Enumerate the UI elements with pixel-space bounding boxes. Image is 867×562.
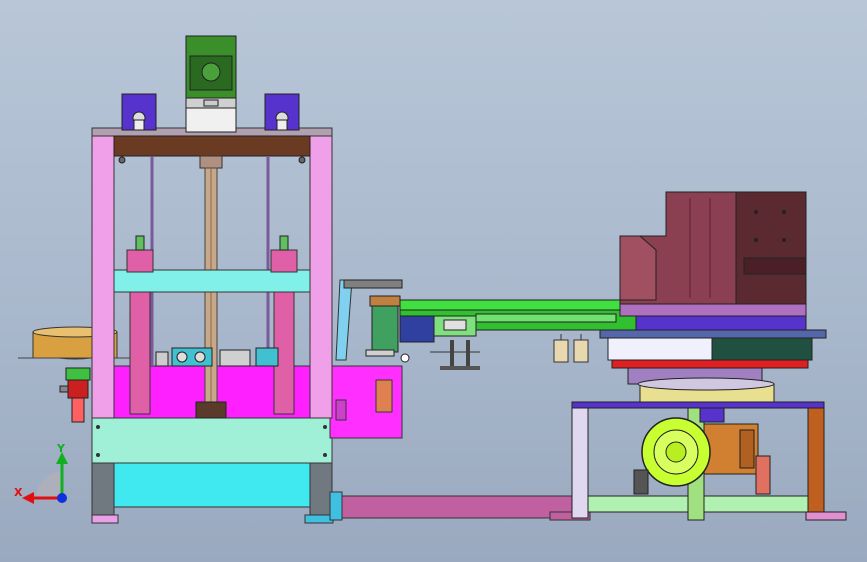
press-base — [91, 414, 334, 524]
housing — [619, 191, 807, 305]
conveyor-arm — [335, 279, 641, 370]
right-cylinder — [270, 235, 298, 415]
left-cylinder — [126, 235, 154, 415]
bottom-rail — [329, 491, 591, 521]
x-axis-label: X — [14, 486, 23, 499]
right-sensor-block — [264, 93, 300, 131]
cad-viewport[interactable]: Y X — [0, 0, 867, 562]
assembly-drawing: Y X — [14, 35, 847, 524]
valve-assembly — [59, 367, 91, 423]
y-axis-label: Y — [56, 442, 66, 455]
cross-plate — [113, 269, 311, 293]
top-motor — [185, 35, 237, 133]
suction-cups — [553, 334, 589, 363]
top-beam — [113, 135, 311, 157]
left-sensor-block — [121, 93, 157, 131]
coordinate-triad: Y X — [14, 442, 68, 504]
feeder-bowl — [18, 326, 135, 360]
